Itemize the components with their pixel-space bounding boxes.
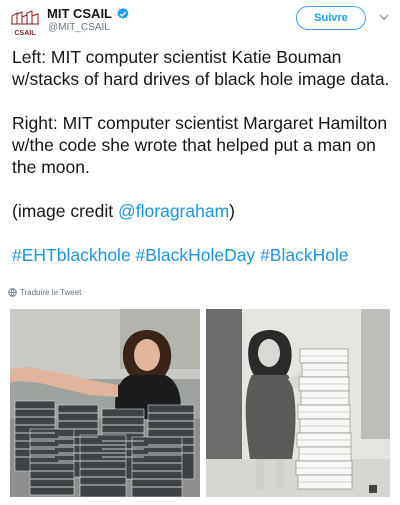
translate-label[interactable]: Traduire le Tweet: [20, 288, 81, 297]
avatar[interactable]: CSAIL: [8, 8, 42, 42]
hashtags: #EHTblackhole #BlackHoleDay #BlackHole: [12, 244, 390, 266]
tweet-paragraph-1: Left: MIT computer scientist Katie Bouma…: [12, 47, 390, 89]
account-name-row[interactable]: MIT CSAIL: [47, 6, 130, 21]
photo-margaret-hamilton-image: [206, 309, 390, 497]
photo-margaret-hamilton-code[interactable]: [206, 309, 390, 497]
photo-katie-bouman-image: [10, 309, 200, 497]
verified-badge-icon: [117, 7, 129, 19]
csail-logo-icon: CSAIL: [8, 8, 42, 42]
account-name[interactable]: MIT CSAIL: [47, 6, 112, 21]
account-handle[interactable]: @MIT_CSAIL: [48, 22, 110, 33]
photo-katie-bouman-hard-drives[interactable]: [10, 309, 200, 497]
hashtag-link[interactable]: #BlackHole: [260, 245, 349, 265]
mention-link[interactable]: @floragraham: [118, 201, 229, 221]
hashtag-link[interactable]: #EHTblackhole: [12, 245, 131, 265]
follow-button[interactable]: Suivre: [296, 6, 366, 30]
logo-text: CSAIL: [15, 30, 37, 37]
credit-suffix: ): [229, 201, 235, 221]
translate-tweet-link[interactable]: Traduire le Tweet: [8, 288, 81, 297]
tweet-text: Left: MIT computer scientist Katie Bouma…: [12, 46, 390, 288]
tweet-paragraph-2: Right: MIT computer scientist Margaret H…: [12, 113, 388, 177]
hashtag-link[interactable]: #BlackHoleDay: [136, 245, 256, 265]
globe-icon: [8, 288, 17, 297]
tweet-credit: (image credit @floragraham): [12, 200, 390, 222]
credit-prefix: (image credit: [12, 201, 119, 221]
chevron-down-icon[interactable]: [378, 12, 390, 22]
